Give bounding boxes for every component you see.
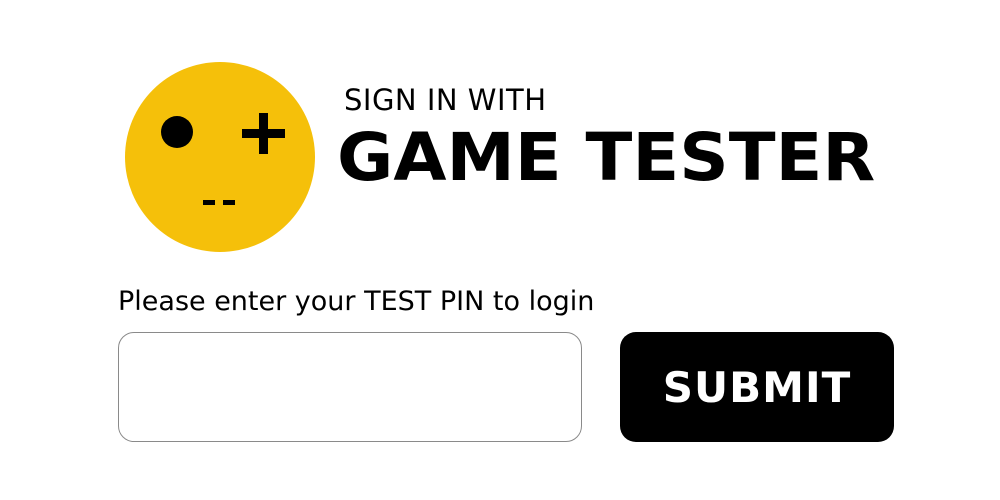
logo-mouth-dash (223, 200, 235, 205)
submit-button[interactable]: SUBMIT (620, 332, 894, 442)
page-title: GAME TESTER (337, 119, 876, 196)
logo-mouth-dash (203, 200, 215, 205)
pin-prompt-label: Please enter your TEST PIN to login (118, 286, 595, 317)
game-tester-logo-icon (125, 62, 315, 252)
test-pin-input[interactable] (118, 332, 582, 442)
logo-plus-vertical (259, 113, 268, 154)
logo-eye-dot (161, 116, 193, 148)
sign-in-with-label: SIGN IN WITH (344, 83, 547, 117)
